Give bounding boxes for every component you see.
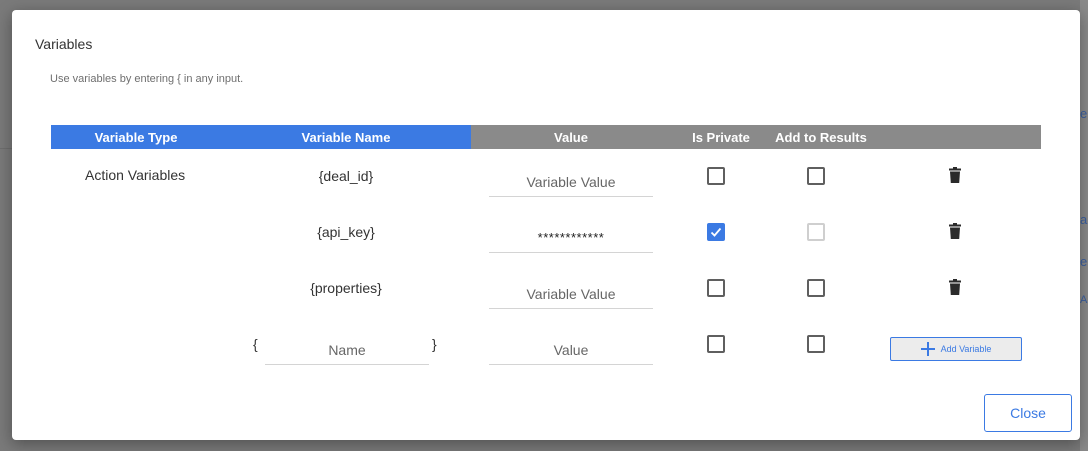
new-is-private-checkbox[interactable] [707, 335, 725, 353]
trash-icon[interactable] [949, 279, 961, 295]
close-brace: } [432, 336, 437, 352]
table-row: Action Variables {deal_id} Variable Valu… [51, 155, 1041, 211]
variables-table: Variable Type Variable Name Value Is Pri… [51, 125, 1041, 365]
add-to-results-checkbox[interactable] [807, 279, 825, 297]
plus-icon [920, 342, 935, 356]
background-text-fragment: e [1080, 254, 1088, 269]
variable-name: {deal_id} [318, 168, 374, 184]
add-to-results-checkbox[interactable] [807, 223, 825, 241]
header-variable-type: Variable Type [51, 125, 221, 149]
checkmark-icon [710, 227, 722, 237]
new-add-to-results-checkbox[interactable] [807, 335, 825, 353]
open-brace: { [253, 336, 258, 352]
new-variable-value-input[interactable]: Value [489, 337, 653, 365]
is-private-checkbox[interactable] [707, 279, 725, 297]
variable-value-input[interactable]: ************ [489, 225, 653, 253]
background-text-fragment: a [1080, 212, 1088, 227]
header-is-private: Is Private [671, 125, 771, 149]
header-add-to-results: Add to Results [771, 125, 871, 149]
background-text-fragment: e [1080, 106, 1088, 121]
variable-type-label: Action Variables [85, 167, 186, 183]
dialog-title: Variables [35, 36, 93, 52]
trash-icon[interactable] [949, 167, 961, 183]
header-actions [871, 125, 1041, 149]
table-header: Variable Type Variable Name Value Is Pri… [51, 125, 1041, 149]
trash-icon[interactable] [949, 223, 961, 239]
table-row: {properties} Variable Value [51, 267, 1041, 323]
background-text-fragment: A [1080, 294, 1088, 306]
add-variable-button[interactable]: Add Variable [890, 337, 1022, 361]
new-variable-name-input[interactable]: Name [265, 337, 429, 365]
header-value: Value [471, 125, 671, 149]
dialog-hint: Use variables by entering { in any input… [50, 73, 244, 85]
table-row: {api_key} ************ [51, 211, 1041, 267]
is-private-checkbox[interactable] [707, 223, 725, 241]
close-button[interactable]: Close [984, 394, 1072, 432]
is-private-checkbox[interactable] [707, 167, 725, 185]
variable-name: {api_key} [317, 224, 375, 240]
variables-dialog: Variables Use variables by entering { in… [12, 10, 1080, 440]
variable-name: {properties} [310, 280, 382, 296]
header-variable-name: Variable Name [221, 125, 471, 149]
variable-value-input[interactable]: Variable Value [489, 281, 653, 309]
variable-value-input[interactable]: Variable Value [489, 169, 653, 197]
add-variable-label: Add Variable [940, 344, 992, 354]
add-to-results-checkbox[interactable] [807, 167, 825, 185]
